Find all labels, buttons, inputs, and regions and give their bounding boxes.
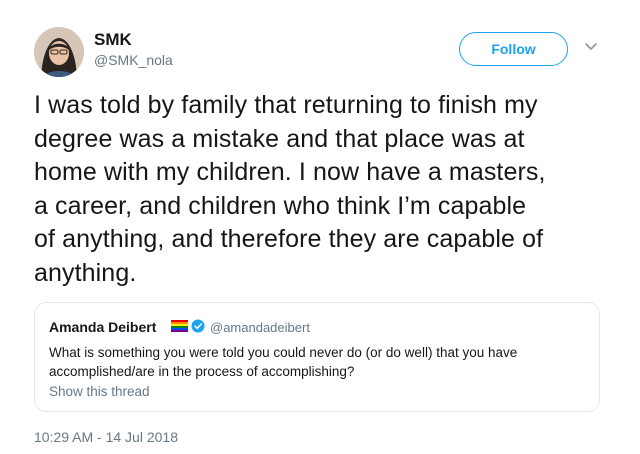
- author-name[interactable]: SMK: [94, 30, 132, 50]
- show-thread-link[interactable]: Show this thread: [49, 384, 150, 399]
- tweet-timestamp[interactable]: 10:29 AM - 14 Jul 2018: [34, 429, 178, 445]
- quoted-tweet[interactable]: Amanda Deibert @amandadeibert What is so…: [34, 302, 600, 412]
- quoted-author-name: Amanda Deibert: [49, 319, 157, 335]
- tweet-text: I was told by family that returning to f…: [34, 91, 546, 287]
- avatar-image: [34, 27, 84, 77]
- follow-button[interactable]: Follow: [459, 32, 568, 66]
- tweet-card: SMK @SMK_nola Follow I was told by famil…: [0, 0, 640, 454]
- quoted-author-handle: @amandadeibert: [210, 320, 310, 335]
- rainbow-flag-icon: [171, 320, 188, 332]
- chevron-down-icon[interactable]: [584, 42, 598, 52]
- author-handle[interactable]: @SMK_nola: [94, 52, 173, 68]
- avatar[interactable]: [34, 27, 84, 77]
- verified-badge-icon: [191, 319, 205, 333]
- quoted-tweet-text: What is something you were told you coul…: [49, 345, 518, 379]
